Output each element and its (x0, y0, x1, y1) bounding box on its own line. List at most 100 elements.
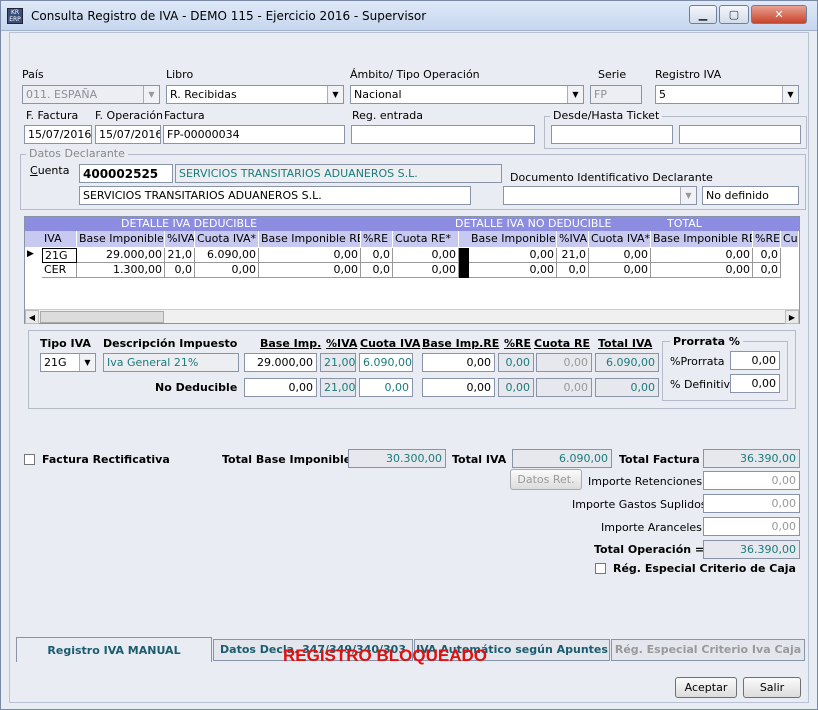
grid-cell[interactable]: 0,0 (753, 248, 781, 263)
exit-button[interactable]: Salir (743, 677, 801, 698)
datos-ret-button[interactable]: Datos Ret. (510, 469, 582, 490)
grid-cell[interactable]: 0,0 (361, 248, 393, 263)
grid-cell[interactable]: 0,00 (469, 263, 557, 278)
aranceles-field[interactable]: 0,00 (703, 517, 800, 536)
title-bar: KR ERP Consulta Registro de IVA - DEMO 1… (1, 1, 817, 31)
nd-base-field[interactable]: 0,00 (244, 378, 317, 397)
ticket-to-field[interactable] (679, 125, 801, 144)
grid-cell[interactable]: 0,00 (651, 248, 753, 263)
cuenta-field[interactable]: 400002525 (79, 164, 173, 183)
col-header[interactable]: %RE (361, 231, 393, 247)
col-header[interactable]: IVA (42, 231, 77, 247)
cuota-re-field: 0,00 (536, 353, 592, 372)
grid-cell[interactable]: 1.300,00 (77, 263, 165, 278)
scroll-right-icon[interactable]: ▶ (785, 310, 799, 324)
col-header[interactable]: %IVA (165, 231, 195, 247)
ambito-select[interactable]: Nacional ▼ (350, 85, 584, 104)
locked-status: REGISTRO BLOQUEADO (283, 646, 488, 665)
grid-cell[interactable]: 0,00 (651, 263, 753, 278)
pais-select[interactable]: 011. ESPAÑA ▼ (22, 85, 160, 104)
ffactura-field[interactable]: 15/07/2016 (24, 125, 92, 144)
grid-cell[interactable]: 6.090,00 (195, 248, 259, 263)
grid-cell[interactable]: 0,00 (259, 263, 361, 278)
col-header[interactable]: %RE (753, 231, 781, 247)
grid-cell[interactable]: 0,0 (165, 263, 195, 278)
minimize-button[interactable]: ▁ (689, 5, 717, 24)
base-re-field[interactable]: 0,00 (422, 353, 495, 372)
ticket-from-field[interactable] (551, 125, 673, 144)
grid-cell[interactable]: 0,00 (589, 248, 651, 263)
iva-grid[interactable]: DETALLE IVA DEDUCIBLE DETALLE IVA NO DED… (24, 216, 800, 324)
ambito-value: Nacional (354, 88, 402, 101)
retenciones-field[interactable]: 0,00 (703, 471, 800, 490)
chevron-down-icon[interactable]: ▼ (567, 86, 583, 103)
accept-button[interactable]: Aceptar (675, 677, 737, 698)
col-header[interactable]: Cuota IVA* (589, 231, 651, 247)
scroll-thumb[interactable] (40, 311, 164, 323)
definitiva-field[interactable]: 0,00 (730, 374, 780, 393)
grid-cell[interactable]: 0,00 (259, 248, 361, 263)
retenciones-label: Importe Retenciones + (588, 475, 715, 488)
row-pointer-icon: ▶ (27, 249, 34, 259)
suplidos-field[interactable]: 0,00 (703, 494, 800, 513)
aranceles-label: Importe Aranceles + (601, 521, 715, 534)
pre-label: %RE (504, 337, 532, 350)
tab-criterio-caja[interactable]: Rég. Especial Criterio Iva Caja (611, 639, 805, 661)
regentrada-field[interactable] (351, 125, 535, 144)
prorrata-field[interactable]: 0,00 (730, 351, 780, 370)
scroll-left-icon[interactable]: ◀ (25, 310, 39, 324)
col-header[interactable]: Base Imponible RE (259, 231, 361, 247)
serie-field[interactable]: FP (590, 85, 642, 104)
close-button[interactable]: ✕ (751, 5, 807, 24)
cuota-iva-field[interactable]: 6.090,00 (359, 353, 413, 372)
doc-select[interactable]: ▼ (503, 186, 697, 205)
grid-cell[interactable]: 0,00 (589, 263, 651, 278)
col-header[interactable]: Base Imponible* (469, 231, 557, 247)
maximize-icon: ▢ (728, 8, 740, 21)
chevron-down-icon[interactable]: ▼ (782, 86, 798, 103)
window-title: Consulta Registro de IVA - DEMO 115 - Ej… (31, 9, 427, 23)
grid-cell[interactable]: 21G (42, 248, 77, 263)
grid-cell[interactable]: 0,00 (393, 263, 459, 278)
col-header[interactable]: Cu (781, 231, 799, 247)
maximize-button[interactable]: ▢ (719, 5, 749, 24)
chevron-down-icon[interactable]: ▼ (79, 354, 95, 371)
registro-select[interactable]: 5 ▼ (655, 85, 799, 104)
chevron-down-icon[interactable]: ▼ (327, 86, 343, 103)
libro-select[interactable]: R. Recibidas ▼ (166, 85, 344, 104)
col-header[interactable]: Cuota IVA* (195, 231, 259, 247)
foperacion-field[interactable]: 15/07/2016 (95, 125, 161, 144)
tipo-iva-select[interactable]: 21G ▼ (40, 353, 96, 372)
chevron-down-icon[interactable]: ▼ (143, 86, 159, 103)
col-header[interactable]: Base Imponible* (77, 231, 165, 247)
grid-cell[interactable]: 0,00 (195, 263, 259, 278)
grid-cell[interactable]: 0,0 (361, 263, 393, 278)
grid-cell[interactable]: 0,0 (557, 263, 589, 278)
nombre-field[interactable]: SERVICIOS TRANSITARIOS ADUANEROS S.L. (79, 186, 471, 205)
grid-cell[interactable]: 0,0 (753, 263, 781, 278)
base-imp-field[interactable]: 29.000,00 (244, 353, 317, 372)
table-row[interactable]: CER 1.300,00 0,0 0,00 0,00 0,0 0,00 0,00… (25, 263, 799, 278)
grid-cell[interactable]: 0,00 (469, 248, 557, 263)
factura-field[interactable]: FP-00000034 (163, 125, 345, 144)
rectificativa-checkbox[interactable] (24, 454, 35, 465)
nd-base-re-field[interactable]: 0,00 (422, 378, 495, 397)
col-header[interactable]: Cuota RE* (393, 231, 459, 247)
chevron-down-icon[interactable]: ▼ (680, 187, 696, 204)
col-header[interactable]: Base Imponible RE (651, 231, 753, 247)
table-row[interactable]: ▶ 21G 29.000,00 21,0 6.090,00 0,00 0,0 0… (25, 248, 799, 263)
criterio-caja-checkbox[interactable] (595, 563, 606, 574)
grid-cell[interactable]: 0,00 (393, 248, 459, 263)
rectificativa-label: Factura Rectificativa (42, 453, 170, 466)
horizontal-scrollbar[interactable]: ◀ ▶ (25, 309, 799, 324)
ambito-label: Ámbito/ Tipo Operación (350, 68, 480, 81)
grid-cell[interactable]: 21,0 (557, 248, 589, 263)
grid-cell[interactable]: 29.000,00 (77, 248, 165, 263)
grid-cell[interactable]: 21,0 (165, 248, 195, 263)
nd-cuota-field[interactable]: 0,00 (359, 378, 413, 397)
grid-cell[interactable]: CER (42, 263, 77, 278)
col-header[interactable]: %IVA (557, 231, 589, 247)
doc-text-field[interactable]: No definido (702, 186, 799, 205)
cuotare-label: Cuota RE (534, 337, 590, 350)
tab-registro-manual[interactable]: Registro IVA MANUAL (16, 637, 212, 662)
